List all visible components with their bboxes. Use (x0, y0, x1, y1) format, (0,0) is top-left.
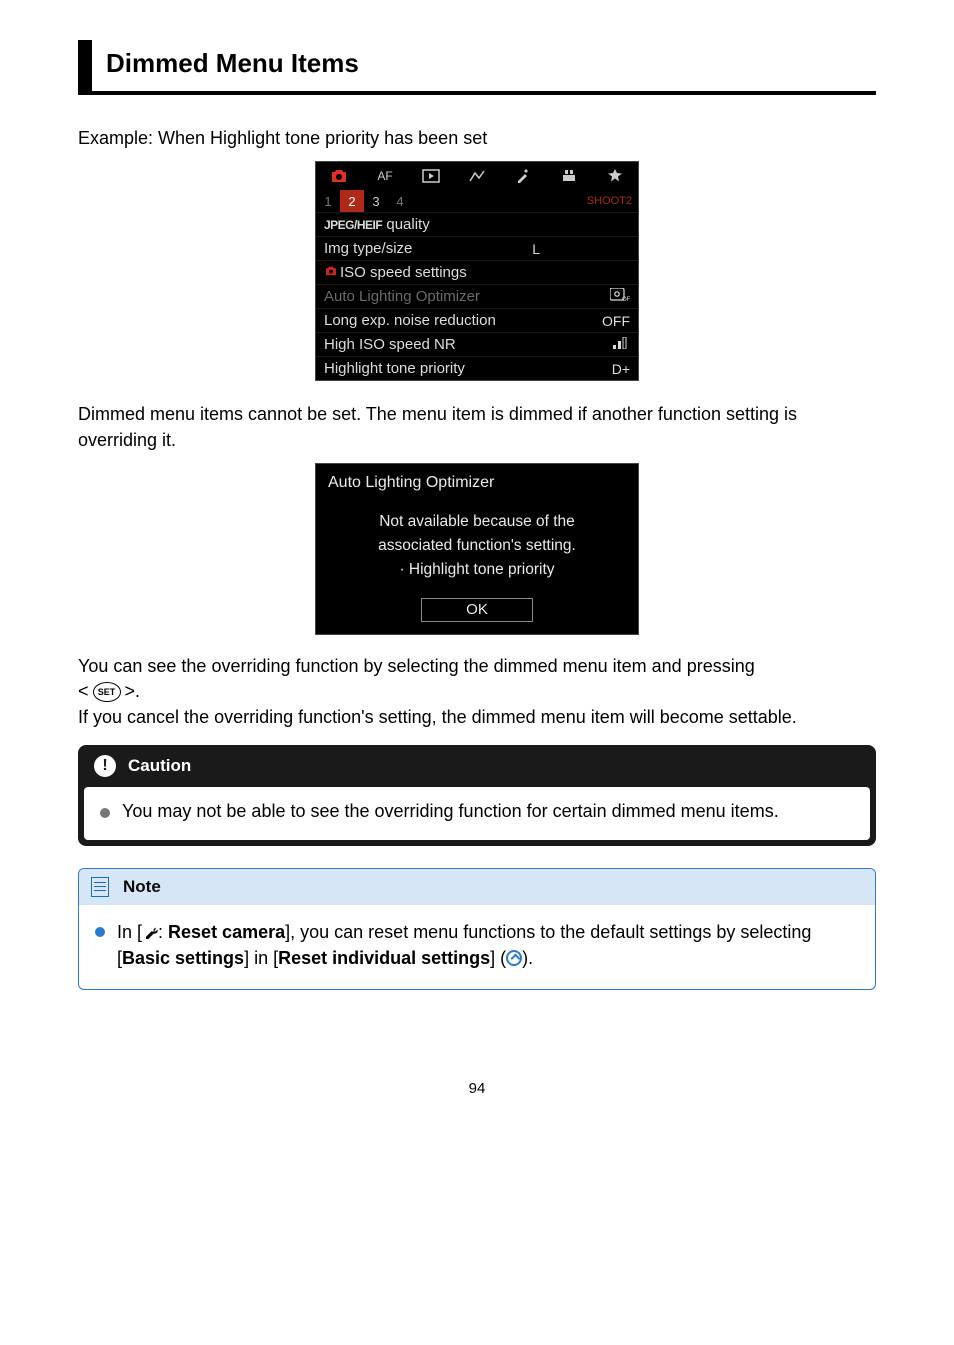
set-button-line: < SET >. (78, 681, 876, 702)
dialog-ok-button: OK (421, 598, 533, 622)
custom-tab-icon (546, 168, 592, 184)
caution-body: You may not be able to see the overridin… (84, 787, 870, 840)
subtab-3: 3 (364, 190, 388, 212)
set-button-icon: SET (93, 682, 121, 702)
subtab-4: 4 (388, 190, 412, 212)
caution-header-label: Caution (128, 756, 191, 776)
dialog-title: Auto Lighting Optimizer (316, 464, 638, 506)
note-header: Note (79, 869, 875, 905)
dialog-body: Not available because of the associated … (316, 506, 638, 598)
explain-dimmed: Dimmed menu items cannot be set. The men… (78, 401, 876, 453)
menu-row-alo-dimmed: Auto Lighting Optimizer OFF (316, 284, 638, 308)
camera-menu-screenshot: AF 1 2 3 4 SHOOT2 JPE (315, 161, 639, 381)
note-box: Note In [: Reset camera], you can reset … (78, 868, 876, 990)
page-number: 94 (78, 1080, 876, 1097)
menu-page-label: SHOOT2 (587, 190, 638, 212)
nr-bars-icon (612, 337, 630, 352)
af-tab-icon: AF (362, 169, 408, 183)
alo-off-icon: OFF (610, 288, 630, 305)
svg-text:OFF: OFF (622, 297, 630, 302)
menu-subtabs: 1 2 3 4 SHOOT2 (316, 190, 638, 212)
bullet-icon (100, 808, 110, 818)
caution-box: ! Caution You may not be able to see the… (78, 745, 876, 846)
camera-prefix-icon (324, 265, 338, 277)
menu-row-prefix: JPEG/HEIF (324, 218, 382, 232)
menu-row-long-exp-nr: Long exp. noise reduction OFF (316, 308, 638, 332)
link-icon[interactable] (506, 950, 522, 966)
network-tab-icon (454, 169, 500, 183)
page-title: Dimmed Menu Items (106, 48, 876, 79)
explain-cancel-override: If you cancel the overriding function's … (78, 704, 876, 730)
note-header-label: Note (123, 877, 161, 897)
note-text: In [: Reset camera], you can reset menu … (117, 919, 859, 971)
menu-row-iso-settings: ISO speed settings (316, 260, 638, 284)
override-dialog-screenshot: Auto Lighting Optimizer Not available be… (315, 463, 639, 635)
playback-tab-icon (408, 169, 454, 183)
menu-row-htp: Highlight tone priority D+ (316, 356, 638, 380)
menu-row-img-type: Img type/size L (316, 236, 638, 260)
setup-tab-icon (500, 168, 546, 184)
caution-text: You may not be able to see the overridin… (122, 801, 779, 822)
caution-header: ! Caution (78, 745, 876, 787)
menu-row-high-iso-nr: High ISO speed NR (316, 332, 638, 356)
menu-top-tabs: AF (316, 162, 638, 190)
camera-tab-icon (316, 168, 362, 184)
caution-warning-icon: ! (94, 755, 116, 777)
note-body: In [: Reset camera], you can reset menu … (79, 905, 875, 989)
wrench-icon (142, 924, 158, 940)
menu-row-jpeg-quality: JPEG/HEIF quality (316, 212, 638, 236)
page-title-block: Dimmed Menu Items (78, 40, 876, 95)
mymenu-tab-icon (592, 168, 638, 184)
example-caption: Example: When Highlight tone priority ha… (78, 125, 876, 151)
note-icon (91, 877, 109, 897)
subtab-1: 1 (316, 190, 340, 212)
explain-see-override: You can see the overriding function by s… (78, 653, 876, 679)
bullet-icon (95, 927, 105, 937)
subtab-2: 2 (340, 190, 364, 212)
